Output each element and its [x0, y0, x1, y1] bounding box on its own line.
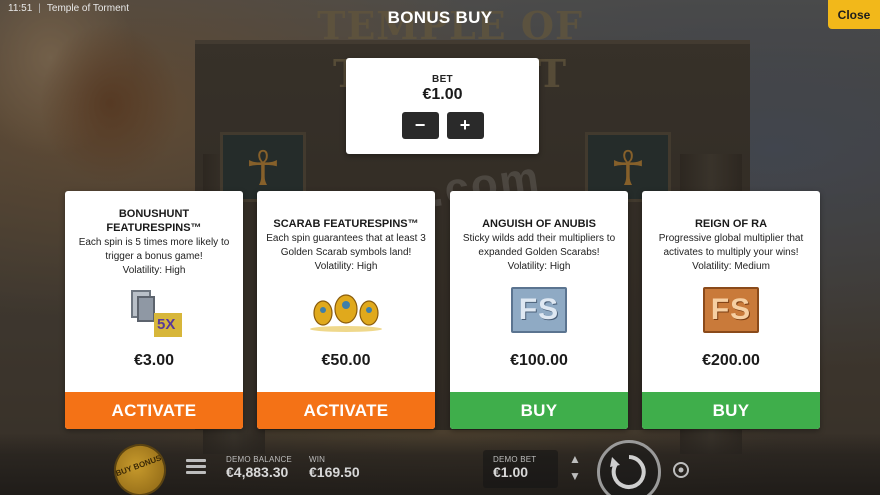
feature-card-scarab: SCARAB FEATURESPINS™ Each spin guarantee…	[257, 191, 435, 429]
demo-bet-box[interactable]: DEMO BET €1.00	[483, 450, 558, 488]
demo-bet-value: €1.00	[493, 464, 529, 480]
spin-icon	[610, 455, 646, 489]
card-description: Sticky wilds add their multipliers to ex…	[462, 233, 616, 258]
card-description: Each spin guarantees that at least 3 Gol…	[266, 233, 426, 258]
feature-card-bonushunt: BONUSHUNT FEATURESPINS™ Each spin is 5 t…	[65, 191, 243, 429]
card-title: REIGN OF RA	[694, 218, 768, 230]
close-button[interactable]: Close	[828, 0, 880, 29]
card-volatility: Volatility: High	[507, 261, 571, 272]
win-value: €169.50	[309, 464, 360, 480]
bonus-buy-title: BONUS BUY	[387, 8, 493, 27]
card-price: €100.00	[510, 352, 568, 369]
card-price: €3.00	[133, 352, 175, 369]
feature-card-ra: REIGN OF RA Progressive global multiplie…	[642, 191, 820, 429]
card-price: €50.00	[321, 352, 371, 369]
card-title: SCARAB FEATURESPINS™	[273, 218, 419, 230]
feature-card-anubis: ANGUISH OF ANUBIS Sticky wilds add their…	[450, 191, 628, 429]
card-volatility: Volatility: Medium	[692, 261, 770, 272]
spin-button[interactable]	[597, 440, 661, 495]
bonushunt-5x-icon: 5X	[124, 287, 184, 339]
bet-label: BET	[432, 74, 453, 85]
card-title: ANGUISH OF ANUBIS	[482, 218, 596, 230]
demo-bet-label: DEMO BET	[493, 455, 537, 464]
fs-text: FS	[710, 293, 752, 326]
demo-balance-label: DEMO BALANCE	[226, 455, 292, 464]
stone-fs-icon: FS	[511, 287, 567, 333]
card-price: €200.00	[702, 352, 760, 369]
card-volatility: Volatility: High	[314, 261, 378, 272]
bet-increase-button[interactable]: +	[446, 112, 484, 139]
win-display: WIN €169.50	[309, 455, 360, 480]
card-description: Progressive global multiplier that activ…	[658, 233, 804, 258]
multiplier-text: 5X	[157, 316, 176, 333]
buy-button[interactable]: BUY	[450, 392, 628, 429]
fs-text: FS	[518, 293, 560, 326]
demo-balance: DEMO BALANCE €4,883.30	[226, 455, 292, 480]
chevron-down-icon[interactable]: ▼	[566, 468, 584, 485]
card-description: Each spin is 5 times more likely to trig…	[78, 237, 230, 262]
buy-button[interactable]: BUY	[642, 392, 820, 429]
autoplay-icon[interactable]	[671, 460, 691, 480]
activate-button[interactable]: ACTIVATE	[257, 392, 435, 429]
bet-arrows[interactable]: ▲ ▼	[566, 451, 584, 487]
menu-icon[interactable]	[186, 459, 206, 475]
bet-decrease-button[interactable]: −	[401, 112, 439, 139]
chevron-up-icon[interactable]: ▲	[566, 451, 584, 468]
card-volatility: Volatility: High	[122, 265, 186, 276]
demo-balance-value: €4,883.30	[226, 464, 289, 480]
card-title: BONUSHUNT FEATURESPINS™	[106, 208, 202, 234]
golden-scarabs-icon	[305, 289, 387, 333]
win-label: WIN	[309, 455, 326, 464]
bronze-fs-icon: FS	[703, 287, 759, 333]
activate-button[interactable]: ACTIVATE	[65, 392, 243, 429]
bet-panel: BET €1.00 − +	[346, 58, 539, 154]
bet-value: €1.00	[422, 86, 463, 103]
